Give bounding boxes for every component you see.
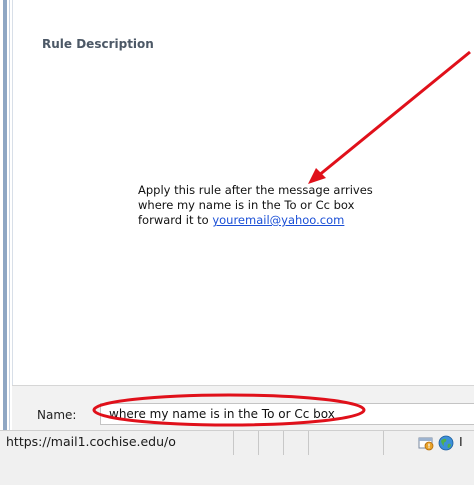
window-left-edge	[0, 0, 10, 484]
edge-border-light	[9, 0, 10, 470]
browser-status-bar: https://mail1.cochise.edu/o I	[0, 430, 474, 485]
status-separator	[383, 431, 384, 455]
status-separator	[308, 431, 309, 455]
rule-name-input[interactable]	[100, 403, 474, 425]
rule-description-title: Rule Description	[42, 37, 154, 51]
rule-description-text: Apply this rule after the message arrive…	[138, 183, 373, 228]
rule-line-3: forward it to youremail@yahoo.com	[138, 213, 373, 228]
security-icon[interactable]	[418, 435, 434, 451]
status-separator	[233, 431, 234, 455]
rule-line-1: Apply this rule after the message arrive…	[138, 183, 373, 197]
rule-line-3-prefix: forward it to	[138, 213, 213, 227]
forward-email-link[interactable]: youremail@yahoo.com	[212, 213, 344, 227]
status-separator	[283, 431, 284, 455]
name-label: Name:	[37, 408, 77, 422]
rule-name-bar: Name:	[12, 385, 474, 431]
edge-border	[3, 0, 7, 470]
status-separator	[258, 431, 259, 455]
globe-icon[interactable]	[438, 435, 454, 451]
rule-line-2: where my name is in the To or Cc box	[138, 198, 355, 212]
status-url: https://mail1.cochise.edu/o	[6, 434, 176, 449]
status-zone-text: I	[459, 434, 463, 449]
